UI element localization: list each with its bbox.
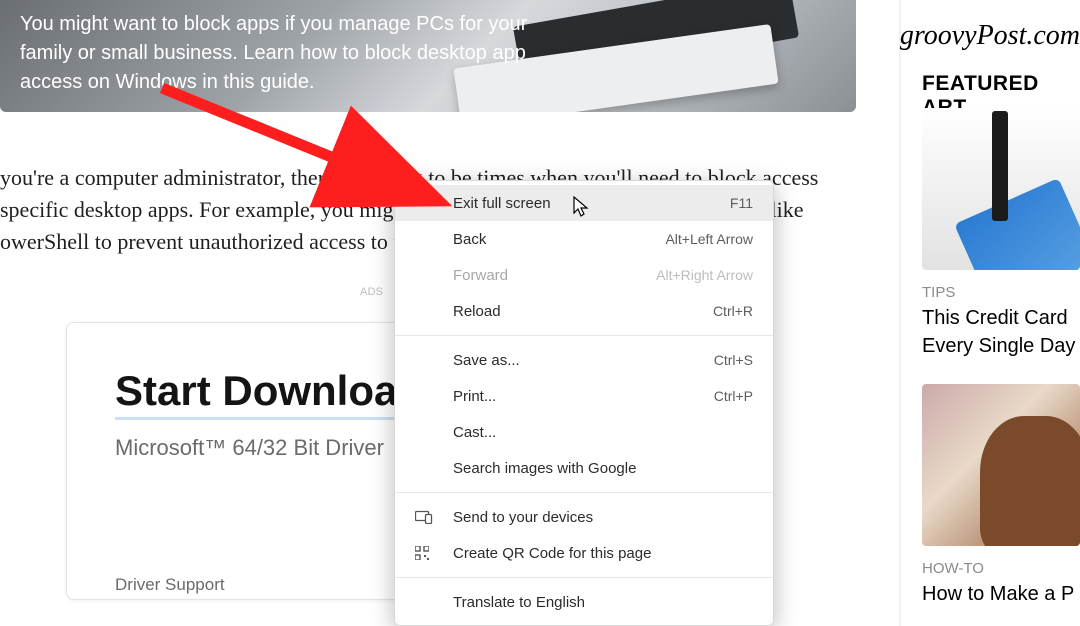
ctx-item-label: Exit full screen <box>453 195 730 212</box>
featured-title-2[interactable]: How to Make a P <box>922 580 1080 608</box>
ctx-print[interactable]: Print... Ctrl+P <box>395 378 773 414</box>
ctx-send-to-devices[interactable]: Send to your devices <box>395 499 773 535</box>
featured-category-2[interactable]: HOW-TO <box>922 560 984 577</box>
ctx-item-shortcut: Ctrl+S <box>714 352 753 368</box>
site-logo[interactable]: groovyPost.com <box>900 20 1080 52</box>
ctx-reload[interactable]: Reload Ctrl+R <box>395 293 773 329</box>
qr-icon <box>415 546 433 560</box>
ctx-item-label: Reload <box>453 303 713 320</box>
featured-category-1[interactable]: TIPS <box>922 284 955 301</box>
ctx-forward: Forward Alt+Right Arrow <box>395 257 773 293</box>
ad-heading[interactable]: Start Download <box>115 367 423 420</box>
ctx-item-label: Search images with Google <box>453 460 753 477</box>
ctx-cast[interactable]: Cast... <box>395 414 773 450</box>
ctx-item-label: Send to your devices <box>453 509 753 526</box>
ctx-item-shortcut: F11 <box>730 195 753 211</box>
ctx-item-label: Translate to English <box>453 594 753 611</box>
context-menu[interactable]: Exit full screen F11 Back Alt+Left Arrow… <box>394 180 774 626</box>
ctx-item-shortcut: Alt+Right Arrow <box>656 267 753 283</box>
ctx-separator <box>395 577 773 578</box>
ctx-translate[interactable]: Translate to English <box>395 584 773 620</box>
ctx-back[interactable]: Back Alt+Left Arrow <box>395 221 773 257</box>
ctx-create-qr[interactable]: Create QR Code for this page <box>395 535 773 571</box>
featured-thumb-1[interactable] <box>922 108 1080 270</box>
ctx-separator <box>395 492 773 493</box>
ctx-search-images[interactable]: Search images with Google <box>395 450 773 486</box>
ctx-item-shortcut: Alt+Left Arrow <box>665 231 753 247</box>
ad-brand: Driver Support <box>115 575 225 595</box>
ctx-item-label: Back <box>453 231 665 248</box>
devices-icon <box>415 510 433 524</box>
ctx-item-label: Forward <box>453 267 656 284</box>
ad-subtitle: Microsoft™ 64/32 Bit Driver <box>115 435 384 461</box>
ctx-item-label: Save as... <box>453 352 714 369</box>
featured-title-1[interactable]: This Credit Card Every Single Day <box>922 304 1080 360</box>
hero-text: You might want to block apps if you mana… <box>20 10 580 97</box>
hero-banner: You might want to block apps if you mana… <box>0 0 856 112</box>
ctx-item-shortcut: Ctrl+P <box>714 388 753 404</box>
ctx-separator <box>395 335 773 336</box>
ctx-exit-full-screen[interactable]: Exit full screen F11 <box>395 185 773 221</box>
sidebar-divider <box>899 0 901 626</box>
ads-label: ADS <box>360 286 383 298</box>
featured-thumb-2[interactable] <box>922 384 1080 546</box>
ctx-item-label: Create QR Code for this page <box>453 545 753 562</box>
ctx-item-label: Print... <box>453 388 714 405</box>
ctx-item-label: Cast... <box>453 424 753 441</box>
ctx-save-as[interactable]: Save as... Ctrl+S <box>395 342 773 378</box>
ctx-item-shortcut: Ctrl+R <box>713 303 753 319</box>
